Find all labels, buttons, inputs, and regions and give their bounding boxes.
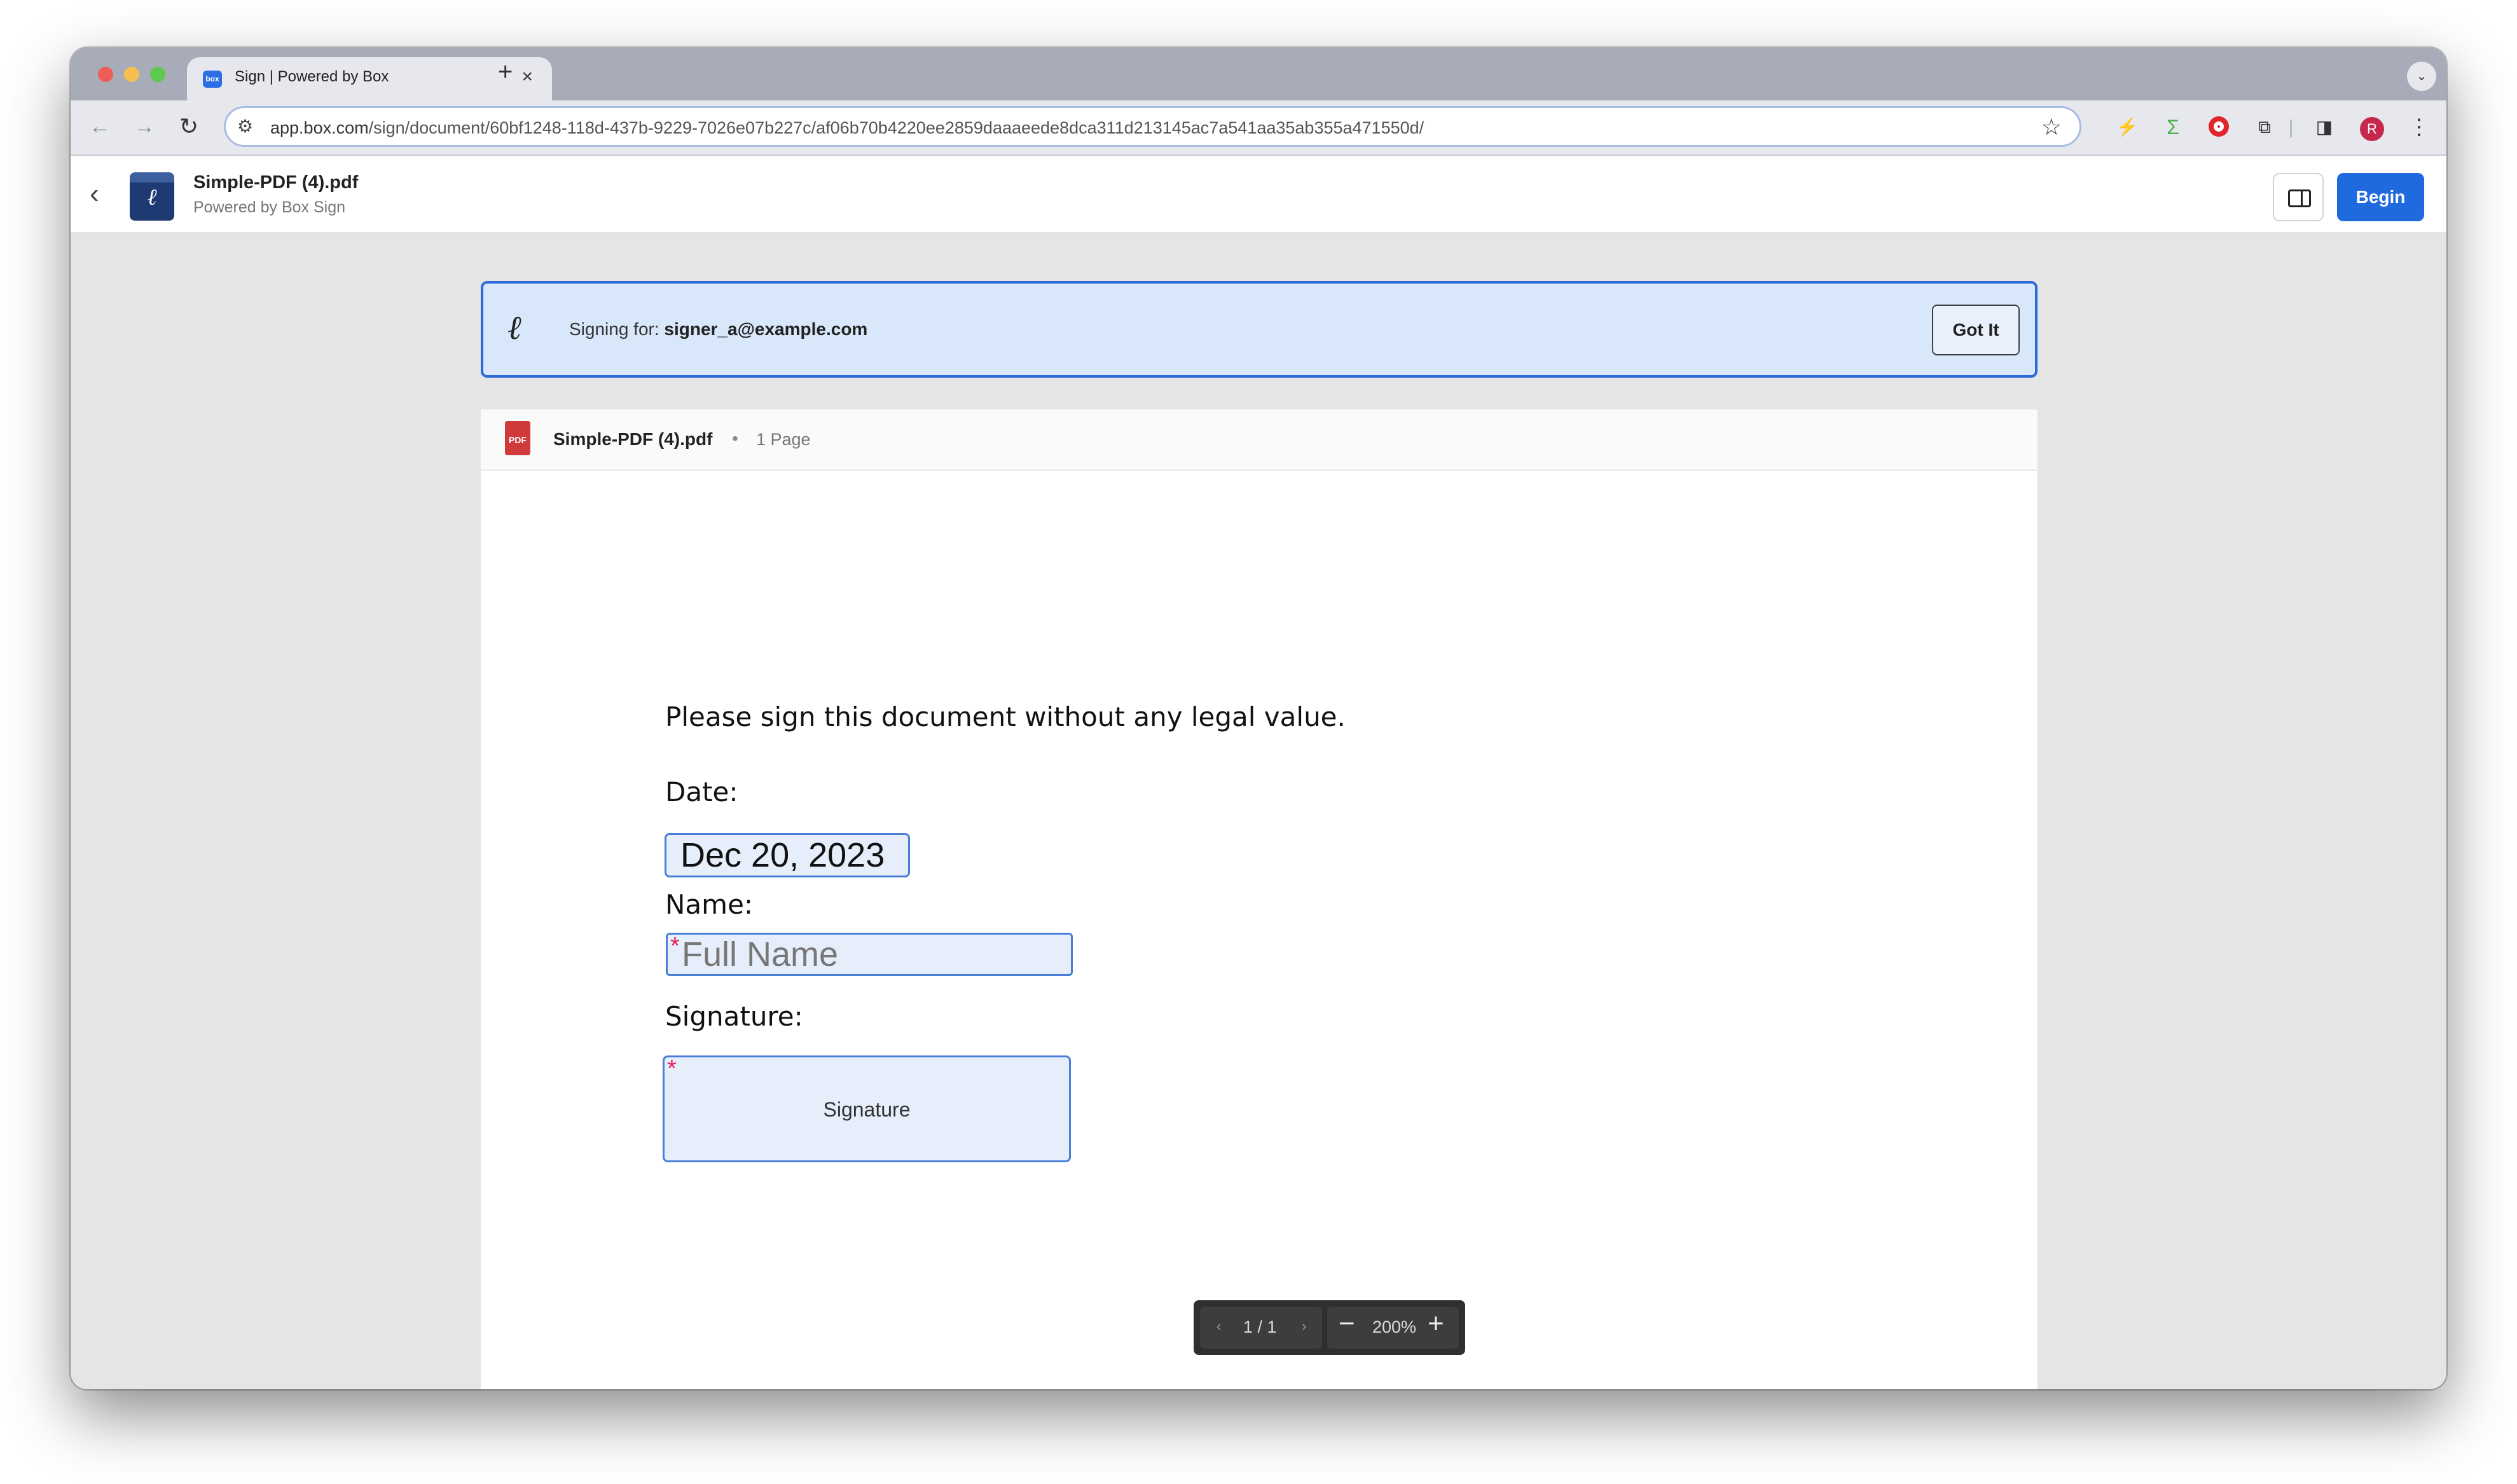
sidebar-panel-icon xyxy=(2288,189,2311,207)
tab-title: Sign | Powered by Box xyxy=(235,68,389,85)
document-viewer: PDF Simple-PDF (4).pdf • 1 Page Please s… xyxy=(481,409,2038,1389)
address-bar[interactable]: ⚙ app.box.com/sign/document/60bf1248-118… xyxy=(224,106,2081,147)
url-text[interactable]: app.box.com/sign/document/60bf1248-118d-… xyxy=(270,118,1424,138)
signing-for-label: Signing for: xyxy=(569,319,665,339)
box-sign-document-icon: ℓ xyxy=(130,172,174,221)
bookmark-star-icon[interactable]: ☆ xyxy=(2041,114,2062,140)
document-filename: Simple-PDF (4).pdf xyxy=(553,429,713,449)
tab-search-chevron-icon[interactable]: ⌄ xyxy=(2407,62,2436,91)
minimize-window-button[interactable] xyxy=(124,67,139,82)
sigma-extension-icon[interactable]: Σ xyxy=(2158,112,2188,142)
signature-pen-icon: ℓ xyxy=(507,309,521,347)
separator-dot: • xyxy=(732,429,738,448)
close-window-button[interactable] xyxy=(98,67,113,82)
previous-page-button[interactable]: ‹ xyxy=(1217,1318,1221,1335)
red-circle-extension-icon[interactable] xyxy=(2203,112,2234,142)
back-arrow-icon[interactable]: ← xyxy=(84,111,116,142)
signature-field[interactable]: * Signature xyxy=(663,1055,1071,1162)
profile-avatar[interactable]: R xyxy=(2360,117,2384,141)
page-indicator: 1 / 1 xyxy=(1243,1317,1277,1336)
tab-sign-powered-by-box[interactable]: box Sign | Powered by Box × xyxy=(187,57,552,100)
browser-menu-kebab-icon[interactable]: ⋮ xyxy=(2404,112,2434,142)
pdf-file-icon: PDF xyxy=(505,421,530,455)
maximize-window-button[interactable] xyxy=(150,67,165,82)
zoom-out-button[interactable]: − xyxy=(1339,1308,1355,1340)
got-it-button[interactable]: Got It xyxy=(1932,305,2020,355)
next-page-button[interactable]: › xyxy=(1302,1318,1306,1335)
toolbar-divider xyxy=(2290,120,2292,137)
signature-label: Signature: xyxy=(665,1001,803,1032)
browser-window: box Sign | Powered by Box × + ⌄ ← → ↻ ⚙ … xyxy=(71,48,2446,1389)
signing-for-text: Signing for: signer_a@example.com xyxy=(569,319,867,340)
reload-icon[interactable]: ↻ xyxy=(173,111,205,142)
side-panel-icon[interactable]: ◨ xyxy=(2309,112,2340,142)
page-zoom-controls: ‹ 1 / 1 › − 200% + xyxy=(1194,1300,1465,1355)
signer-email: signer_a@example.com xyxy=(664,319,868,339)
extensions-puzzle-icon[interactable]: ⧉ xyxy=(2249,112,2280,142)
signing-for-banner: ℓ Signing for: signer_a@example.com Got … xyxy=(481,281,2038,378)
page-navigation: ‹ 1 / 1 › xyxy=(1200,1307,1322,1349)
new-tab-button[interactable]: + xyxy=(498,56,513,88)
forward-arrow-icon[interactable]: → xyxy=(128,111,160,142)
document-card-header: PDF Simple-PDF (4).pdf • 1 Page xyxy=(481,409,2038,471)
document-instruction: Please sign this document without any le… xyxy=(665,701,1346,732)
browser-toolbar: ← → ↻ ⚙ app.box.com/sign/document/60bf12… xyxy=(71,100,2446,156)
begin-button[interactable]: Begin xyxy=(2337,173,2424,221)
tab-close-icon[interactable]: × xyxy=(521,66,533,88)
url-path: /sign/document/60bf1248-118d-437b-9229-7… xyxy=(368,118,1424,137)
zoom-level: 200% xyxy=(1372,1317,1417,1336)
tab-strip: box Sign | Powered by Box × + ⌄ xyxy=(71,48,2446,100)
sidebar-toggle-button[interactable] xyxy=(2273,173,2324,221)
required-asterisk: * xyxy=(667,1055,677,1082)
page-count-label: 1 Page xyxy=(756,430,811,449)
site-settings-icon[interactable]: ⚙ xyxy=(237,116,253,137)
url-domain: app.box.com xyxy=(270,118,369,137)
date-label: Date: xyxy=(665,776,738,807)
full-name-input[interactable] xyxy=(682,935,1063,974)
document-title: Simple-PDF (4).pdf xyxy=(193,172,359,193)
date-field[interactable]: Dec 20, 2023 xyxy=(665,833,910,877)
zoom-controls: − 200% + xyxy=(1327,1307,1459,1349)
required-asterisk: * xyxy=(670,933,680,959)
box-favicon-icon: box xyxy=(203,71,222,88)
back-chevron-icon[interactable]: ‹ xyxy=(90,175,99,213)
powered-by-label: Powered by Box Sign xyxy=(193,198,346,216)
zoom-in-button[interactable]: + xyxy=(1428,1308,1444,1340)
bolt-extension-icon[interactable]: ⚡ xyxy=(2112,112,2142,142)
name-label: Name: xyxy=(665,889,754,920)
app-header: ‹ ℓ Simple-PDF (4).pdf Powered by Box Si… xyxy=(71,156,2446,233)
full-name-field[interactable]: * xyxy=(666,933,1073,976)
signature-field-label: Signature xyxy=(823,1098,911,1121)
